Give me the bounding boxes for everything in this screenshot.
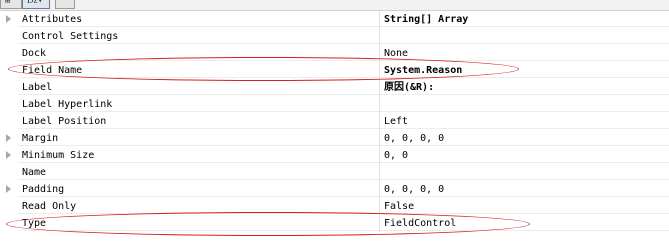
property-row[interactable]: Name <box>0 164 669 181</box>
property-name[interactable]: Label <box>18 79 379 95</box>
property-name[interactable]: Margin <box>18 130 379 146</box>
property-name[interactable]: Padding <box>18 181 379 197</box>
property-name[interactable]: Attributes <box>18 11 379 27</box>
property-row[interactable]: Label Position Left <box>0 113 669 130</box>
expand-arrow-icon[interactable] <box>6 185 11 193</box>
property-value[interactable]: String[] Array <box>380 11 669 27</box>
property-row[interactable]: Read Only False <box>0 198 669 215</box>
property-pages-button[interactable] <box>55 0 75 9</box>
property-name[interactable]: Dock <box>18 45 379 61</box>
row-gutter <box>0 79 18 96</box>
categorized-view-button[interactable]: ⊞ <box>0 0 22 9</box>
property-value[interactable]: None <box>380 45 669 61</box>
expand-arrow-icon[interactable] <box>6 151 11 159</box>
property-value[interactable]: 0, 0 <box>380 147 669 163</box>
property-name[interactable]: Control Settings <box>18 28 379 44</box>
property-row[interactable]: Attributes String[] Array <box>0 11 669 28</box>
row-gutter <box>0 198 18 215</box>
row-gutter <box>0 62 18 79</box>
property-value[interactable] <box>380 96 669 112</box>
alphabetical-view-button[interactable]: ǲ▾ <box>22 0 50 9</box>
property-value[interactable]: 0, 0, 0, 0 <box>380 130 669 146</box>
property-row[interactable]: Control Settings <box>0 28 669 45</box>
row-gutter <box>0 164 18 181</box>
property-name[interactable]: Minimum Size <box>18 147 379 163</box>
row-gutter <box>0 113 18 130</box>
property-row[interactable]: Margin 0, 0, 0, 0 <box>0 130 669 147</box>
property-name[interactable]: Type <box>18 215 379 231</box>
row-gutter <box>0 11 18 28</box>
row-gutter <box>0 45 18 62</box>
property-name[interactable]: Read Only <box>18 198 379 214</box>
property-row[interactable]: Type FieldControl <box>0 215 669 232</box>
property-row[interactable]: Padding 0, 0, 0, 0 <box>0 181 669 198</box>
property-row[interactable]: Field Name System.Reason <box>0 62 669 79</box>
row-gutter <box>0 147 18 164</box>
row-gutter <box>0 96 18 113</box>
property-value[interactable]: System.Reason <box>380 62 669 78</box>
row-gutter <box>0 215 18 232</box>
sort-az-icon: ǲ▾ <box>27 0 43 6</box>
property-value[interactable]: FieldControl <box>380 215 669 231</box>
property-name[interactable]: Label Position <box>18 113 379 129</box>
categorized-icon: ⊞ <box>5 0 11 6</box>
row-gutter <box>0 130 18 147</box>
property-grid-toolbar: ⊞ ǲ▾ <box>0 0 669 11</box>
property-value[interactable]: 0, 0, 0, 0 <box>380 181 669 197</box>
property-name[interactable]: Name <box>18 164 379 180</box>
property-value[interactable] <box>380 164 669 180</box>
property-name[interactable]: Label Hyperlink <box>18 96 379 112</box>
row-gutter <box>0 28 18 45</box>
property-grid: Attributes String[] Array Control Settings… <box>0 11 669 232</box>
property-value[interactable]: Left <box>380 113 669 129</box>
expand-arrow-icon[interactable] <box>6 15 11 23</box>
property-row[interactable]: Label 原因(&R): <box>0 79 669 96</box>
property-value[interactable]: False <box>380 198 669 214</box>
property-value[interactable] <box>380 28 669 44</box>
expand-arrow-icon[interactable] <box>6 134 11 142</box>
row-gutter <box>0 181 18 198</box>
property-value[interactable]: 原因(&R): <box>380 79 669 95</box>
property-row[interactable]: Minimum Size 0, 0 <box>0 147 669 164</box>
property-row[interactable]: Label Hyperlink <box>0 96 669 113</box>
property-row[interactable]: Dock None <box>0 45 669 62</box>
property-name[interactable]: Field Name <box>18 62 379 78</box>
